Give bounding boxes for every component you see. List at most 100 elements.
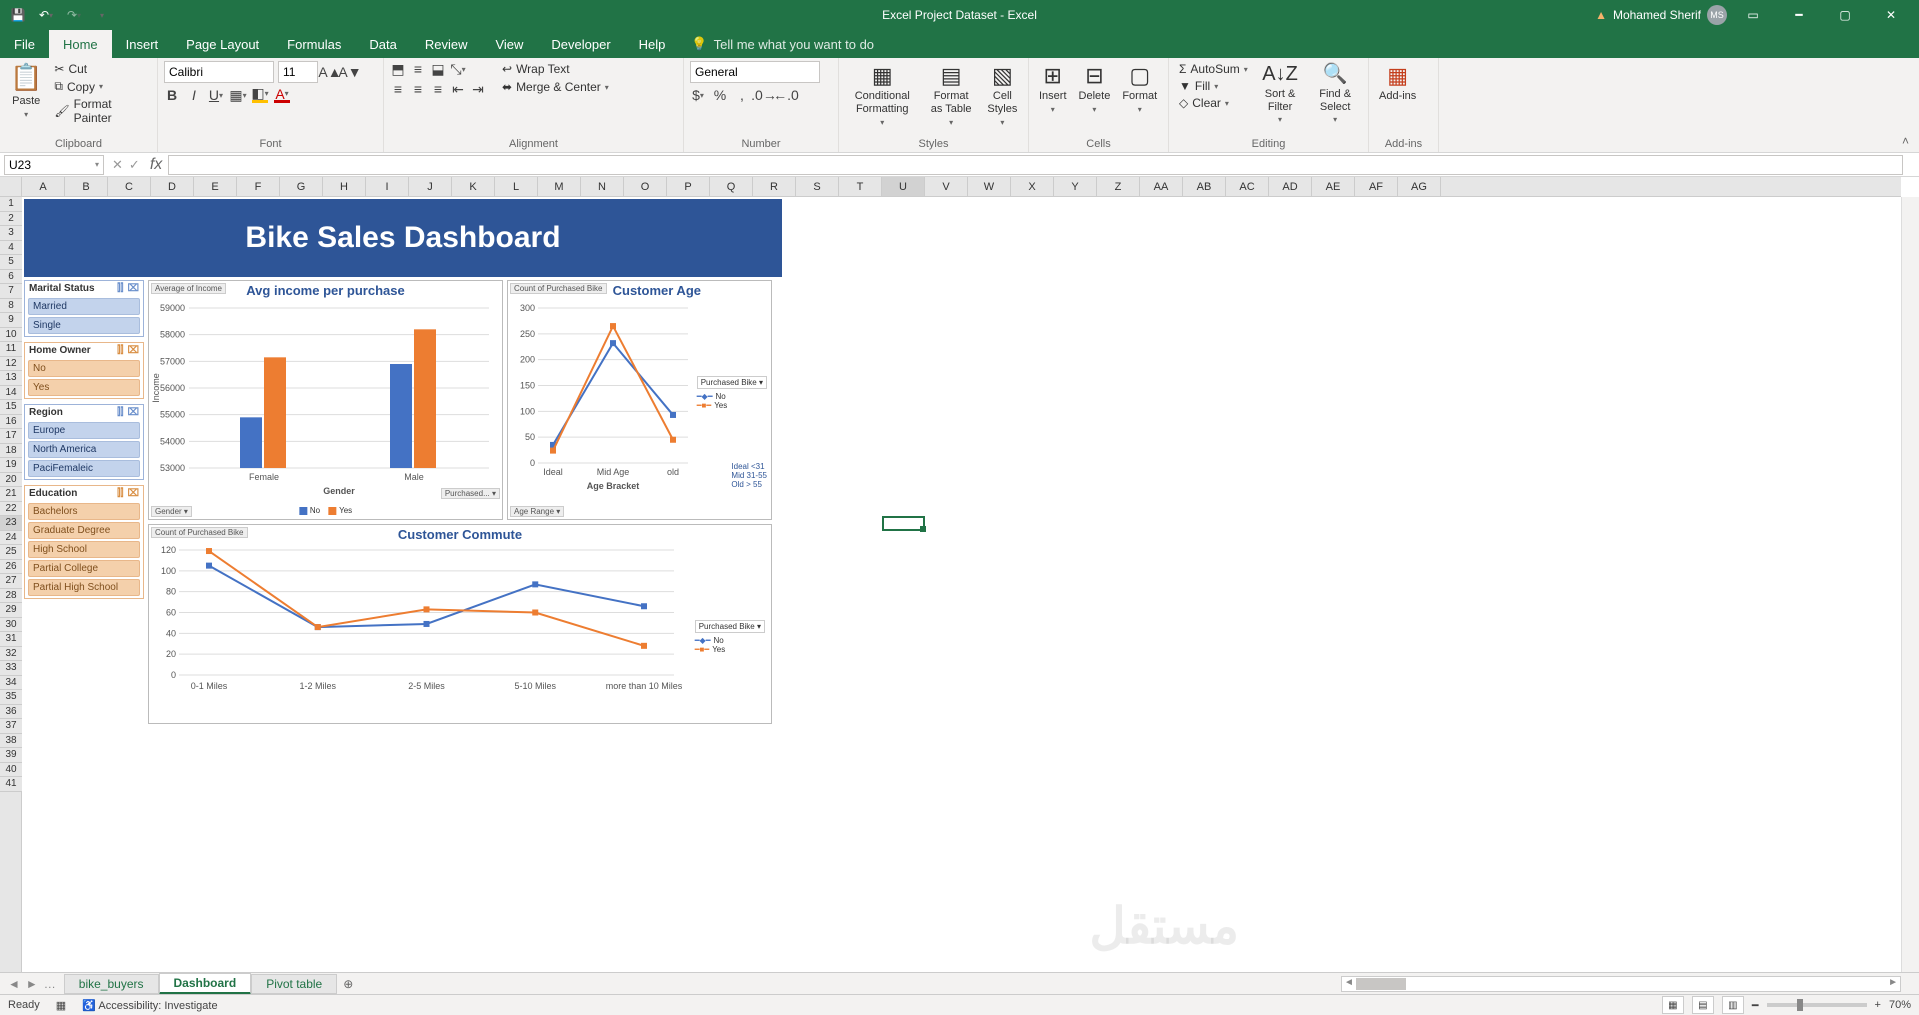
tab-data[interactable]: Data <box>355 30 410 58</box>
sheet-tab-bike-buyers[interactable]: bike_buyers <box>64 974 159 994</box>
column-header[interactable]: AA <box>1140 177 1183 196</box>
cut-button[interactable]: ✂Cut <box>50 61 151 77</box>
row-header[interactable]: 31 <box>0 632 22 647</box>
undo-button[interactable]: ↶▾ <box>36 5 56 25</box>
row-header[interactable]: 12 <box>0 357 22 372</box>
slicer-item[interactable]: No <box>28 360 140 377</box>
row-header[interactable]: 6 <box>0 270 22 285</box>
column-header[interactable]: S <box>796 177 839 196</box>
align-left-icon[interactable]: ≡ <box>390 81 406 97</box>
column-header[interactable]: Y <box>1054 177 1097 196</box>
column-header[interactable]: C <box>108 177 151 196</box>
decrease-indent-icon[interactable]: ⇤ <box>450 81 466 97</box>
column-header[interactable]: U <box>882 177 925 196</box>
column-header[interactable]: O <box>624 177 667 196</box>
column-header[interactable]: AF <box>1355 177 1398 196</box>
row-header[interactable]: 17 <box>0 429 22 444</box>
row-header[interactable]: 32 <box>0 647 22 662</box>
column-header[interactable]: P <box>667 177 710 196</box>
column-header[interactable]: D <box>151 177 194 196</box>
column-header[interactable]: M <box>538 177 581 196</box>
addins-button[interactable]: ▦Add-ins <box>1375 61 1420 105</box>
sheet-nav[interactable]: ◄►… <box>0 977 64 991</box>
row-header[interactable]: 10 <box>0 328 22 343</box>
tab-view[interactable]: View <box>481 30 537 58</box>
page-layout-view-button[interactable]: ▤ <box>1692 996 1714 1014</box>
maximize-button[interactable]: ▢ <box>1825 0 1865 30</box>
multiselect-icon[interactable]: ⫿⫿ <box>117 488 123 499</box>
chart-field-label[interactable]: Average of Income <box>151 283 226 294</box>
increase-indent-icon[interactable]: ⇥ <box>470 81 486 97</box>
column-header[interactable]: AB <box>1183 177 1226 196</box>
clear-filter-icon[interactable]: ⌧ <box>127 283 139 294</box>
row-header[interactable]: 9 <box>0 313 22 328</box>
column-header[interactable]: A <box>22 177 65 196</box>
slicer-item[interactable]: Single <box>28 317 140 334</box>
row-header[interactable]: 35 <box>0 690 22 705</box>
tab-review[interactable]: Review <box>411 30 482 58</box>
ribbon-display-options[interactable]: ▭ <box>1733 0 1773 30</box>
format-painter-button[interactable]: 🖌Format Painter <box>50 96 151 126</box>
sort-filter-button[interactable]: A↓ZSort & Filter▾ <box>1256 61 1305 126</box>
user-name[interactable]: Mohamed Sherif <box>1613 8 1701 22</box>
column-header[interactable]: W <box>968 177 1011 196</box>
zoom-slider[interactable] <box>1767 1003 1867 1007</box>
copy-button[interactable]: ⧉Copy▾ <box>50 78 151 95</box>
tab-help[interactable]: Help <box>625 30 680 58</box>
row-header[interactable]: 18 <box>0 444 22 459</box>
comma-format-icon[interactable]: , <box>734 87 750 103</box>
row-header[interactable]: 29 <box>0 603 22 618</box>
accessibility-status[interactable]: ♿ Accessibility: Investigate <box>82 999 217 1012</box>
slicer-item[interactable]: Yes <box>28 379 140 396</box>
format-as-table-button[interactable]: ▤Format as Table▾ <box>924 61 979 129</box>
fill-button[interactable]: ▼Fill▾ <box>1175 78 1252 94</box>
increase-decimal-icon[interactable]: .0→ <box>756 87 772 103</box>
row-header[interactable]: 21 <box>0 487 22 502</box>
bottom-align-icon[interactable]: ⬓ <box>430 61 446 77</box>
slicer-item[interactable]: North America <box>28 441 140 458</box>
row-header[interactable]: 11 <box>0 342 22 357</box>
row-header[interactable]: 38 <box>0 734 22 749</box>
row-header[interactable]: 40 <box>0 763 22 778</box>
legend-header[interactable]: Purchased Bike ▾ <box>695 620 765 633</box>
multiselect-icon[interactable]: ⫿⫿ <box>117 345 123 356</box>
wrap-text-button[interactable]: ↩Wrap Text <box>498 61 613 77</box>
zoom-level[interactable]: 70% <box>1889 999 1911 1011</box>
chart-customer-commute[interactable]: Count of Purchased Bike Customer Commute… <box>148 524 772 724</box>
row-header[interactable]: 39 <box>0 748 22 763</box>
collapse-ribbon-icon[interactable]: ˄ <box>1902 134 1909 148</box>
clear-filter-icon[interactable]: ⌧ <box>127 407 139 418</box>
column-header[interactable]: V <box>925 177 968 196</box>
conditional-formatting-button[interactable]: ▦Conditional Formatting▾ <box>845 61 920 129</box>
horizontal-scrollbar[interactable]: ◄► <box>1341 976 1901 992</box>
percent-format-icon[interactable]: % <box>712 87 728 103</box>
redo-button[interactable]: ↷▾ <box>64 5 84 25</box>
row-header[interactable]: 2 <box>0 212 22 227</box>
clear-button[interactable]: ◇Clear▾ <box>1175 95 1252 111</box>
column-header[interactable]: L <box>495 177 538 196</box>
font-color-button[interactable]: A▾ <box>274 87 290 103</box>
avatar[interactable]: MS <box>1707 5 1727 25</box>
slicer-marital-status[interactable]: Marital Status⫿⫿⌧MarriedSingle <box>24 280 144 337</box>
column-header[interactable]: T <box>839 177 882 196</box>
decrease-font-icon[interactable]: A▼ <box>342 64 358 80</box>
sheet-tab-dashboard[interactable]: Dashboard <box>159 973 252 995</box>
row-header[interactable]: 8 <box>0 299 22 314</box>
normal-view-button[interactable]: ▦ <box>1662 996 1684 1014</box>
number-format-select[interactable] <box>690 61 820 83</box>
vertical-scrollbar[interactable] <box>1901 197 1919 972</box>
paste-button[interactable]: 📋 Paste▾ <box>6 61 46 121</box>
row-header[interactable]: 25 <box>0 545 22 560</box>
zoom-in-button[interactable]: + <box>1875 999 1881 1011</box>
multiselect-icon[interactable]: ⫿⫿ <box>117 407 123 418</box>
row-header[interactable]: 28 <box>0 589 22 604</box>
column-header[interactable]: R <box>753 177 796 196</box>
column-header[interactable]: AD <box>1269 177 1312 196</box>
slicer-item[interactable]: Partial High School <box>28 579 140 596</box>
top-align-icon[interactable]: ⬒ <box>390 61 406 77</box>
column-header[interactable]: E <box>194 177 237 196</box>
sheet-tab-pivot-table[interactable]: Pivot table <box>251 974 337 994</box>
gender-filter[interactable]: Gender ▾ <box>151 506 192 517</box>
column-header[interactable]: Z <box>1097 177 1140 196</box>
increase-font-icon[interactable]: A▲ <box>322 64 338 80</box>
